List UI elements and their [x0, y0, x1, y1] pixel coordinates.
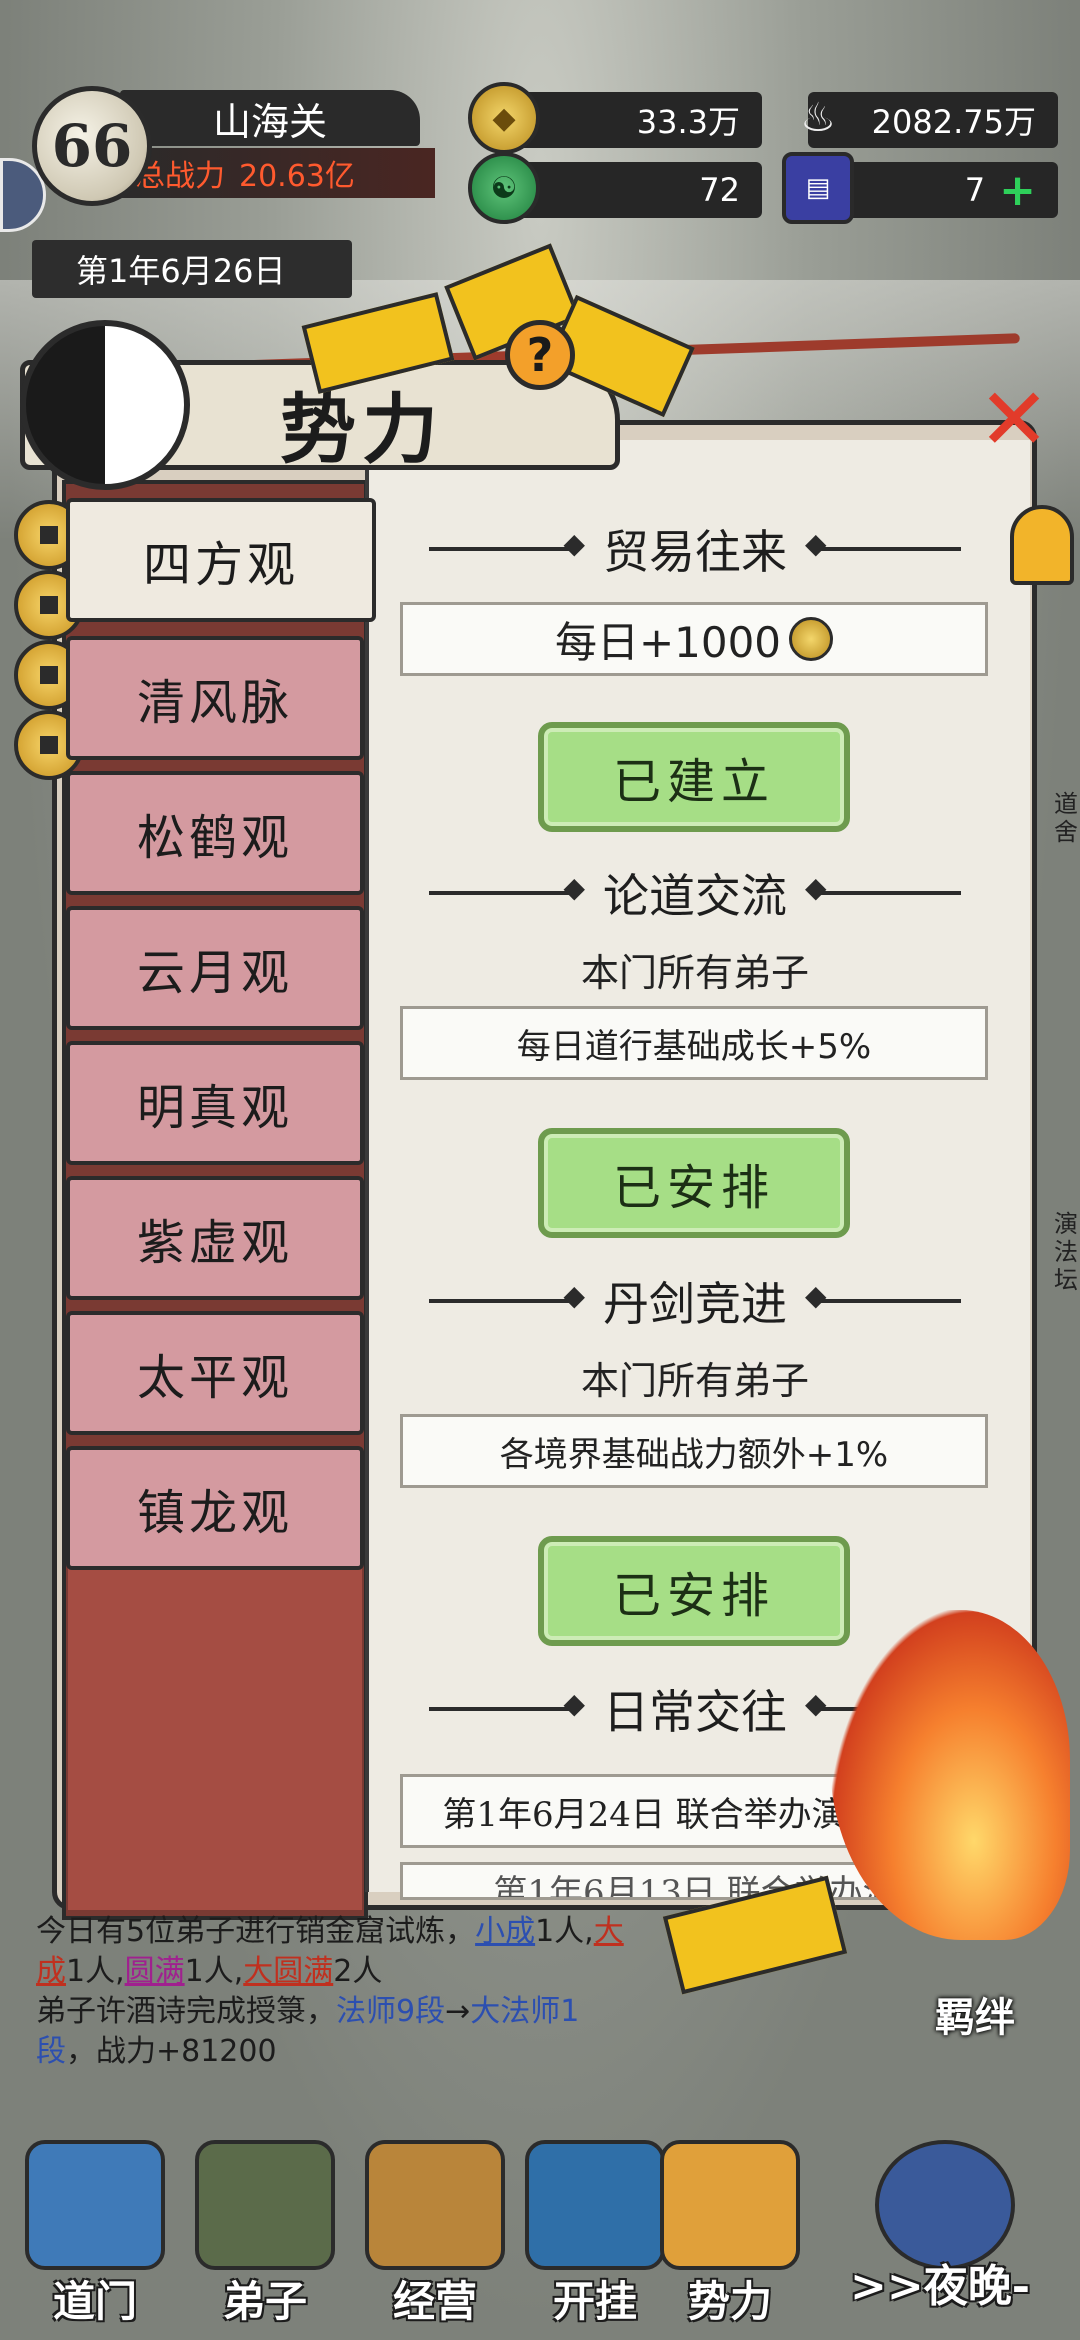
ornament-right-icon	[805, 1279, 961, 1312]
tab-zhenlongguan[interactable]: 镇龙观	[66, 1446, 364, 1570]
news-line: 今日有5位弟子进行销金窟试炼，小成1人,大成1人,圆满1人,大圆满2人	[36, 1912, 636, 1992]
total-power: 总战力 20.63亿	[115, 148, 435, 198]
ornament-left-icon	[429, 527, 585, 560]
news-text: 弟子许酒诗完成授箓，	[36, 1994, 336, 2029]
compete-arranged-button[interactable]: 已安排	[538, 1536, 850, 1646]
close-icon[interactable]: ✕	[978, 377, 1058, 463]
daily-title: 日常交往	[603, 1685, 787, 1739]
coin-icon	[789, 617, 834, 661]
news-count: 1人,	[184, 1954, 244, 1989]
game-date: 第1年6月26日	[32, 240, 352, 298]
tab-zixuguan[interactable]: 紫虚观	[66, 1176, 364, 1300]
discuss-effect-box: 每日道行基础成长+5%	[400, 1006, 988, 1080]
rank-great-perfect-link[interactable]: 大圆满	[243, 1954, 333, 1989]
ornament-right-icon	[805, 527, 961, 560]
news-arrow: →	[445, 1994, 471, 2029]
jade-value: 72	[699, 171, 740, 209]
compete-section-title: 丹剑竞进	[385, 1266, 1005, 1336]
side-building-label[interactable]: 道舍	[1054, 790, 1080, 846]
ornament-left-icon	[429, 871, 585, 904]
trade-reward: 每日+1000	[554, 617, 782, 667]
trade-section-title: 贸易往来	[385, 514, 1005, 584]
temple-icon	[25, 2140, 165, 2270]
nav-daomen[interactable]: 道门	[10, 2120, 180, 2340]
nav-label: 弟子	[222, 2277, 307, 2326]
jade-resource[interactable]: ☯ 72	[468, 152, 762, 224]
talisman-icon	[660, 2140, 800, 2270]
news-power-gain: ，战力+81200	[66, 2034, 277, 2069]
rank-small-success-link[interactable]: 小成	[475, 1914, 535, 1949]
compete-effect-box: 各境界基础战力额外+1%	[400, 1414, 988, 1488]
tab-songheguan[interactable]: 松鹤观	[66, 771, 364, 895]
player-name: 山海关	[120, 90, 420, 146]
news-count: 1人,	[535, 1914, 594, 1949]
nav-shili[interactable]: 势力	[645, 2120, 815, 2340]
incense-resource[interactable]: ♨ 2082.75万	[800, 92, 1058, 148]
trade-title: 贸易往来	[603, 525, 787, 579]
compete-title: 丹剑竞进	[603, 1277, 787, 1331]
incense-icon: ♨	[800, 95, 836, 141]
nav-dizi[interactable]: 弟子	[180, 2120, 350, 2340]
tab-qingfengmai[interactable]: 清风脉	[66, 636, 364, 760]
discuss-section-title: 论道交流	[385, 858, 1005, 928]
news-count: 2人	[333, 1954, 383, 1989]
yinyang-icon	[20, 320, 190, 490]
coins-resource[interactable]: ◆ 33.3万	[468, 82, 762, 154]
bell-icon	[1010, 505, 1074, 585]
total-power-value: 20.63亿	[239, 159, 355, 194]
news-text: 今日有5位弟子进行销金窟试炼，	[36, 1914, 476, 1949]
tab-column-footer	[68, 1550, 362, 1910]
nav-label: 势力	[687, 2277, 772, 2326]
discuss-arranged-button[interactable]: 已安排	[538, 1128, 850, 1238]
discuss-title: 论道交流	[603, 869, 787, 923]
nav-jingying[interactable]: 经营	[350, 2120, 520, 2340]
discuss-target: 本门所有弟子	[580, 951, 809, 995]
rank-perfect-link[interactable]: 圆满	[125, 1954, 185, 1989]
side-building-label[interactable]: 演法坛	[1054, 1210, 1080, 1294]
tab-taipingguan[interactable]: 太平观	[66, 1311, 364, 1435]
trade-reward-box: 每日+1000	[400, 602, 988, 676]
jade-icon: ☯	[468, 152, 540, 224]
news-rank-from: 法师9段	[336, 1994, 446, 2029]
scroll-value: 7	[964, 171, 986, 209]
coins-value: 33.3万	[636, 103, 740, 141]
news-count: 1人,	[66, 1954, 125, 1989]
tab-sifangguan[interactable]: 四方观	[66, 498, 376, 622]
help-button[interactable]: ?	[505, 320, 575, 390]
nav-label: 道门	[52, 2277, 137, 2326]
disciple-icon	[195, 2140, 335, 2270]
ornament-left-icon	[429, 1687, 585, 1720]
nav-label: 经营	[392, 2277, 477, 2326]
trade-established-button[interactable]: 已建立	[538, 722, 850, 832]
yinyang-icon	[525, 2140, 665, 2270]
panel-title: 势力	[280, 385, 444, 474]
add-scroll-icon[interactable]: +	[999, 165, 1036, 216]
player-hud[interactable]: 66 山海关 总战力 20.63亿	[20, 78, 435, 206]
coin-icon: ◆	[468, 82, 540, 154]
scroll-icon: ▤	[782, 152, 854, 224]
scroll-resource[interactable]: ▤ 7 +	[782, 152, 1058, 224]
compete-target: 本门所有弟子	[580, 1359, 809, 1403]
ornament-left-icon	[429, 1279, 585, 1312]
advance-night-button[interactable]: >>夜晚-	[850, 2250, 1070, 2330]
news-feed[interactable]: 今日有5位弟子进行销金窟试炼，小成1人,大成1人,圆满1人,大圆满2人 弟子许酒…	[36, 1912, 636, 2102]
news-line: 弟子许酒诗完成授箓，法师9段→大法师1段，战力+81200	[36, 1992, 636, 2072]
bond-button[interactable]: 羁绊	[935, 1985, 1015, 2043]
tab-yunyueguan[interactable]: 云月观	[66, 906, 364, 1030]
incense-value: 2082.75万	[871, 103, 1036, 141]
shop-icon	[365, 2140, 505, 2270]
tab-mingzhenguan[interactable]: 明真观	[66, 1041, 364, 1165]
ornament-right-icon	[805, 871, 961, 904]
level-badge[interactable]: 66	[32, 86, 152, 206]
